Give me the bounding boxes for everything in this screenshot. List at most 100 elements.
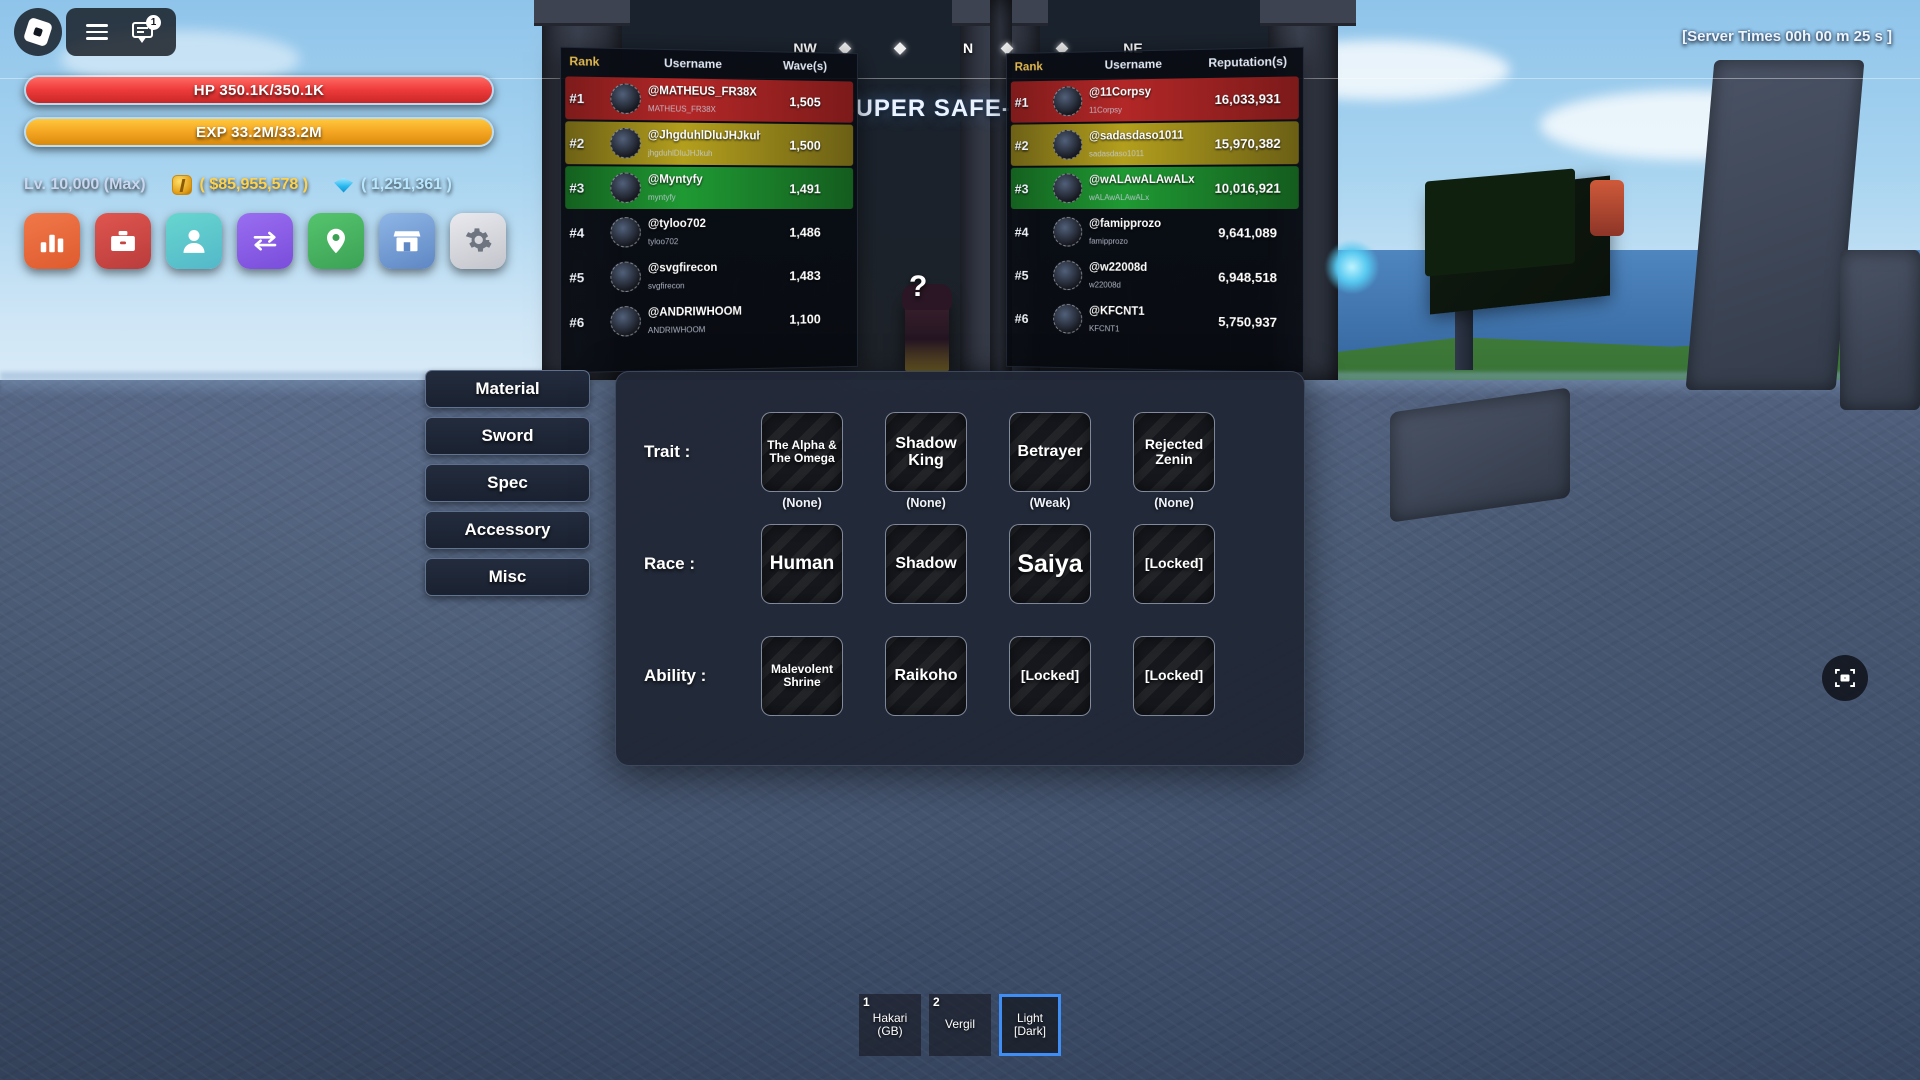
- attribute-card[interactable]: [Locked]: [1133, 524, 1215, 604]
- attribute-cell: [Locked]: [1133, 524, 1215, 604]
- attribute-cell: [Locked]: [1009, 636, 1091, 716]
- avatar: [1053, 129, 1083, 160]
- col-username: Username: [1104, 56, 1162, 72]
- row-username: @JhgduhlDluJHJkuh jhgduhlDluJHJkuh: [648, 126, 760, 161]
- attribute-card[interactable]: Saiya: [1009, 524, 1091, 604]
- sidebar-item-label: Accessory: [464, 520, 551, 539]
- character-attributes-panel: Trait : The Alpha & The Omega (None) Shadow…: [615, 371, 1305, 766]
- col-username: Username: [664, 55, 722, 72]
- shop-icon: [392, 226, 422, 256]
- row-rank: #1: [569, 90, 585, 106]
- attribute-card[interactable]: Malevolent Shrine: [761, 636, 843, 716]
- attribute-card[interactable]: [Locked]: [1133, 636, 1215, 716]
- attribute-card-label: Betrayer: [1017, 443, 1083, 461]
- attribute-cell: The Alpha & The Omega (None): [761, 412, 843, 510]
- map-pin-icon: [321, 226, 351, 256]
- row-rank: #3: [1014, 180, 1029, 196]
- wave-leaderboard-header: Rank Username Wave(s): [561, 48, 857, 80]
- row-username: @ANDRIWHOOM ANDRIWHOOM: [648, 303, 760, 338]
- row-handle: jhgduhlDluJHJkuh: [647, 148, 713, 159]
- attribute-card-label: [Locked]: [1144, 555, 1204, 572]
- chat-bubble-icon[interactable]: 1: [132, 15, 161, 43]
- attribute-card-status: (None): [782, 496, 822, 510]
- row-value: 10,016,921: [1214, 179, 1281, 196]
- row-handle: KFCNT1: [1089, 324, 1120, 334]
- attribute-card-label: Malevolent Shrine: [770, 662, 833, 689]
- avatar: [610, 172, 641, 203]
- map-button[interactable]: [308, 213, 364, 269]
- hotbar-slot-key: 1: [863, 995, 870, 1009]
- hamburger-menu-icon[interactable]: [86, 24, 108, 40]
- trade-arrows-icon: [250, 226, 280, 256]
- row-rank: #6: [569, 314, 585, 330]
- attribute-card[interactable]: Shadow: [885, 524, 967, 604]
- settings-button[interactable]: [450, 213, 506, 269]
- hotbar-slot[interactable]: 1 Hakari (GB): [859, 994, 921, 1056]
- wave-leaderboard: Rank Username Wave(s) #1 @MATHEUS_FR38X MA…: [560, 46, 858, 374]
- leaderboard-row: #6 @ANDRIWHOOM ANDRIWHOOM 1,100: [565, 297, 853, 343]
- hp-bar: HP 350.1K/350.1K: [24, 75, 494, 105]
- sidebar-item-material[interactable]: Material: [425, 370, 590, 408]
- avatar: [1053, 86, 1083, 117]
- row-value: 9,641,089: [1218, 224, 1278, 241]
- hotbar-slot-key: 2: [933, 995, 940, 1009]
- hotbar-slot[interactable]: 2 Vergil: [929, 994, 991, 1056]
- attribute-card[interactable]: Betrayer: [1009, 412, 1091, 492]
- ability-row-cells: Malevolent Shrine Raikoho [Locked] [Locked]: [761, 636, 1215, 716]
- trade-button[interactable]: [237, 213, 293, 269]
- sidebar-item-sword[interactable]: Sword: [425, 417, 590, 455]
- ability-row-label: Ability :: [644, 666, 707, 685]
- inventory-button[interactable]: [95, 213, 151, 269]
- sidebar-item-label: Misc: [488, 567, 527, 586]
- row-handle: ANDRIWHOOM: [647, 325, 706, 336]
- avatar: [610, 217, 641, 248]
- row-handle: sadasdaso1011: [1089, 149, 1144, 159]
- coin-icon: [171, 175, 192, 195]
- stats-button[interactable]: [24, 213, 80, 269]
- attribute-cell: [Locked]: [1133, 636, 1215, 716]
- roblox-logo-button[interactable]: [14, 8, 62, 56]
- row-display-name: @KFCNT1: [1089, 305, 1145, 319]
- attribute-card-status: (None): [906, 496, 946, 510]
- sidebar-item-accessory[interactable]: Accessory: [425, 511, 590, 549]
- hotbar-slot[interactable]: Light [Dark]: [999, 994, 1061, 1056]
- leaderboard-row: #3 @wALAwALAwALx wALAwALAwALx 10,016,921: [1010, 166, 1299, 210]
- row-username: @famipprozo famipprozo: [1089, 215, 1201, 249]
- row-rank: #2: [569, 135, 585, 151]
- leaderboard-row: #1 @11Corpsy 11Corpsy 16,033,931: [1010, 76, 1299, 123]
- avatar: [610, 261, 641, 293]
- attribute-card[interactable]: Rejected Zenin: [1133, 412, 1215, 492]
- attribute-card-label: Shadow King: [895, 434, 957, 469]
- attribute-card[interactable]: [Locked]: [1009, 636, 1091, 716]
- character-button[interactable]: [166, 213, 222, 269]
- row-value: 1,100: [789, 310, 821, 327]
- category-menu: Material Sword Spec Accessory Misc: [425, 370, 590, 596]
- attribute-card[interactable]: Human: [761, 524, 843, 604]
- npc-character: [902, 284, 952, 372]
- attribute-cell: Human: [761, 524, 843, 604]
- attribute-card[interactable]: The Alpha & The Omega: [761, 412, 843, 492]
- attribute-card[interactable]: Raikoho: [885, 636, 967, 716]
- shop-button[interactable]: [379, 213, 435, 269]
- reputation-leaderboard-header: Rank Username Reputation(s): [1007, 48, 1303, 80]
- row-display-name: @tyloo702: [647, 218, 706, 231]
- race-row: Race : Human Shadow Saiya [Locked]: [616, 524, 1306, 604]
- attribute-card[interactable]: Shadow King: [885, 412, 967, 492]
- race-row-label: Race :: [644, 554, 696, 573]
- hotbar-slot-label: Light [Dark]: [1013, 1010, 1046, 1038]
- attribute-card-label: Rejected Zenin: [1144, 435, 1204, 467]
- row-value: 1,483: [789, 267, 821, 283]
- person-icon: [179, 226, 209, 256]
- camera-icon[interactable]: [1822, 655, 1868, 701]
- sidebar-item-spec[interactable]: Spec: [425, 464, 590, 502]
- rock-far: [1840, 250, 1920, 410]
- player-level-label: Lv. 10,000 (Max): [24, 176, 146, 193]
- compass-marker-1: [893, 42, 907, 55]
- leaderboard-row: #1 @MATHEUS_FR38X MATHEUS_FR38X 1,505: [565, 76, 854, 123]
- cash-display: ( $85,955,578 ): [171, 175, 308, 195]
- sidebar-item-misc[interactable]: Misc: [425, 558, 590, 596]
- row-rank: #2: [1014, 137, 1029, 153]
- leaderboard-row: #2 @sadasdaso1011 sadasdaso1011 15,970,382: [1010, 121, 1299, 166]
- avatar: [1053, 173, 1083, 204]
- quick-action-bar: [24, 213, 506, 269]
